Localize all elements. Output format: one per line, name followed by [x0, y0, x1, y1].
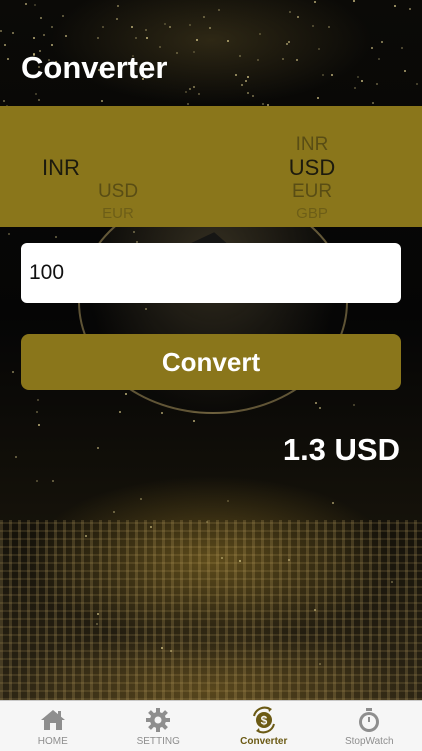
sparkle	[289, 11, 291, 13]
gear-icon	[144, 706, 172, 734]
sparkle	[247, 92, 249, 94]
sparkle	[65, 35, 67, 37]
from-currency-picker[interactable]: INR USD EUR	[48, 106, 188, 227]
tab-stopwatch[interactable]: StopWatch	[317, 701, 422, 751]
sparkle	[193, 51, 195, 53]
tab-setting[interactable]: SETTING	[106, 701, 212, 751]
svg-text:$: $	[260, 714, 267, 728]
sparkle	[259, 33, 261, 35]
currency-exchange-icon: $	[250, 706, 278, 734]
sparkle	[245, 80, 247, 82]
sparkle	[40, 17, 42, 19]
tab-stopwatch-label: StopWatch	[345, 736, 394, 747]
stopwatch-icon	[355, 706, 383, 734]
from-picker-selected[interactable]: INR	[42, 155, 182, 181]
sparkle	[113, 511, 115, 513]
sparkle	[133, 231, 135, 233]
sparkle	[52, 480, 54, 482]
sparkle	[97, 613, 99, 615]
sparkle	[97, 447, 99, 449]
sparkle	[372, 102, 374, 104]
to-picker-item-below[interactable]: EUR	[242, 181, 382, 203]
sparkle	[189, 24, 191, 26]
sparkle	[312, 25, 314, 27]
to-picker-item-above[interactable]: INR	[242, 134, 382, 156]
sparkle	[62, 15, 64, 17]
sparkle	[314, 609, 316, 611]
sparkle	[7, 58, 9, 60]
sparkle	[317, 97, 319, 99]
tab-home[interactable]: HOME	[0, 701, 106, 751]
sparkle	[318, 48, 320, 50]
sparkle	[146, 37, 148, 39]
sparkle	[262, 103, 264, 105]
tab-converter-label: Converter	[240, 736, 287, 747]
sparkle	[38, 424, 40, 426]
sparkle	[235, 74, 237, 76]
sparkle	[381, 41, 383, 43]
sparkle	[150, 526, 152, 528]
tab-converter[interactable]: $ Converter	[211, 701, 317, 751]
amount-input[interactable]	[21, 243, 401, 303]
sparkle	[322, 74, 324, 76]
sparkle	[371, 47, 373, 49]
sparkle	[135, 37, 137, 39]
sparkle	[170, 650, 172, 652]
sparkle	[319, 407, 321, 409]
sparkle	[12, 371, 14, 373]
sparkle	[85, 535, 87, 537]
sparkle	[35, 93, 37, 95]
sparkle	[196, 39, 198, 41]
sparkle	[239, 55, 241, 57]
sparkle	[36, 480, 38, 482]
sparkle	[161, 647, 163, 649]
to-picker-item-below-2[interactable]: GBP	[242, 205, 382, 222]
tab-setting-label: SETTING	[137, 736, 180, 747]
sparkle	[241, 84, 243, 86]
page-title: Converter	[21, 50, 167, 86]
sparkle	[331, 74, 333, 76]
sparkle	[38, 99, 40, 101]
sparkle	[409, 8, 411, 10]
sparkle	[282, 58, 284, 60]
sparkle	[116, 18, 118, 20]
sparkle	[4, 44, 6, 46]
tab-home-label: HOME	[38, 736, 68, 747]
home-icon	[39, 706, 67, 734]
sparkle	[0, 30, 2, 32]
currency-picker[interactable]: INR USD EUR INR USD EUR GBP	[0, 106, 422, 227]
convert-button[interactable]: Convert	[21, 334, 401, 390]
from-picker-item-below[interactable]: USD	[48, 181, 188, 203]
sparkle	[51, 44, 53, 46]
sparkle	[101, 100, 103, 102]
to-currency-picker[interactable]: INR USD EUR GBP	[242, 106, 382, 227]
tab-bar: HOME SETTING	[0, 700, 422, 751]
sparkle	[198, 93, 200, 95]
sparkle	[37, 399, 39, 401]
sparkle	[227, 40, 229, 42]
to-picker-selected[interactable]: USD	[242, 155, 382, 181]
sparkle	[209, 27, 211, 29]
crowd-image	[0, 520, 422, 700]
conversion-result: 1.3 USD	[283, 432, 400, 468]
from-picker-item-below-2[interactable]: EUR	[48, 205, 188, 222]
